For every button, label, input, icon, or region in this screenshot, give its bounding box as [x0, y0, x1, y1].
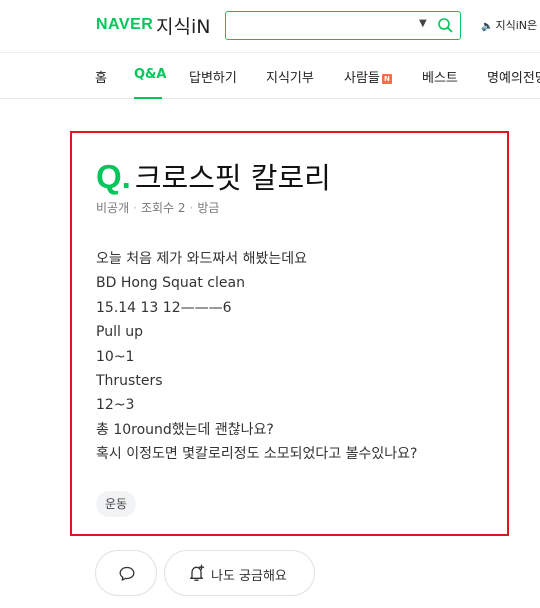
main-nav: 홈 Q&A 답변하기 지식기부 사람들N 베스트 명예의전당 [0, 52, 540, 99]
body-line: 15.14 13 12———6 [96, 299, 232, 316]
nav-hall-of-fame[interactable]: 명예의전당 [487, 67, 540, 86]
question-mark-icon: Q. [96, 158, 131, 195]
question-card: Q. 크로스핏 칼로리 비공개 · 조회수 2 · 방금 오늘 처음 제가 와드짜서 해봤… [70, 131, 509, 536]
kin-logo[interactable]: 지식iN [156, 12, 210, 39]
body-line: 오늘 처음 제가 와드짜서 해봤는데요 [96, 251, 307, 267]
meta-separator: · [189, 201, 194, 215]
view-count: 조회수 2 [140, 201, 186, 215]
nav-people-label: 사람들 [344, 71, 380, 86]
nav-home[interactable]: 홈 [95, 67, 107, 86]
naver-logo[interactable]: NAVER [96, 16, 153, 34]
notice-text: 지식iN은 [495, 19, 538, 32]
question-title-row: Q. 크로스핏 칼로리 [96, 155, 331, 197]
search-input[interactable] [232, 15, 412, 35]
nav-answer[interactable]: 답변하기 [189, 67, 237, 86]
comment-button[interactable] [95, 550, 157, 596]
nav-donate[interactable]: 지식기부 [266, 67, 314, 86]
me-too-curious-label: 나도 궁금해요 [211, 569, 287, 584]
nav-best[interactable]: 베스트 [422, 67, 458, 86]
question-meta: 비공개 · 조회수 2 · 방금 [96, 199, 219, 216]
post-time: 방금 [197, 201, 220, 215]
visibility-label: 비공개 [96, 201, 130, 215]
top-header: NAVER 지식iN ▼ 🔈 지식iN은 [0, 0, 540, 52]
body-line: 총 10round했는데 괜찮나요? [96, 421, 274, 438]
active-tab-indicator [134, 97, 162, 99]
body-line: 12~3 [96, 397, 135, 414]
notice-link[interactable]: 🔈 지식iN은 [481, 17, 537, 33]
search-dropdown-icon[interactable]: ▼ [419, 18, 427, 29]
tag-chip[interactable]: 운동 [96, 491, 137, 517]
body-line: 10~1 [96, 348, 135, 365]
question-body: 오늘 처음 제가 와드짜서 해봤는데요 BD Hong Squat clean … [96, 247, 417, 467]
search-box: ▼ [225, 11, 461, 40]
new-badge: N [381, 74, 392, 84]
body-line: Pull up [96, 324, 144, 341]
question-title: 크로스핏 칼로리 [134, 161, 331, 195]
search-icon[interactable] [437, 17, 453, 33]
body-line: Thrusters [96, 373, 163, 390]
me-too-curious-button[interactable]: 나도 궁금해요 [164, 550, 315, 596]
body-line: BD Hong Squat clean [96, 275, 245, 292]
nav-qna[interactable]: Q&A [134, 67, 166, 82]
meta-separator: · [133, 201, 137, 215]
nav-people[interactable]: 사람들 N [344, 67, 392, 86]
comment-icon [119, 566, 135, 581]
body-line: 혹시 이정도면 몇칼로리정도 소모되었다고 볼수있나요? [96, 446, 418, 463]
bell-plus-icon [190, 564, 205, 581]
speaker-icon: 🔈 [481, 21, 494, 32]
